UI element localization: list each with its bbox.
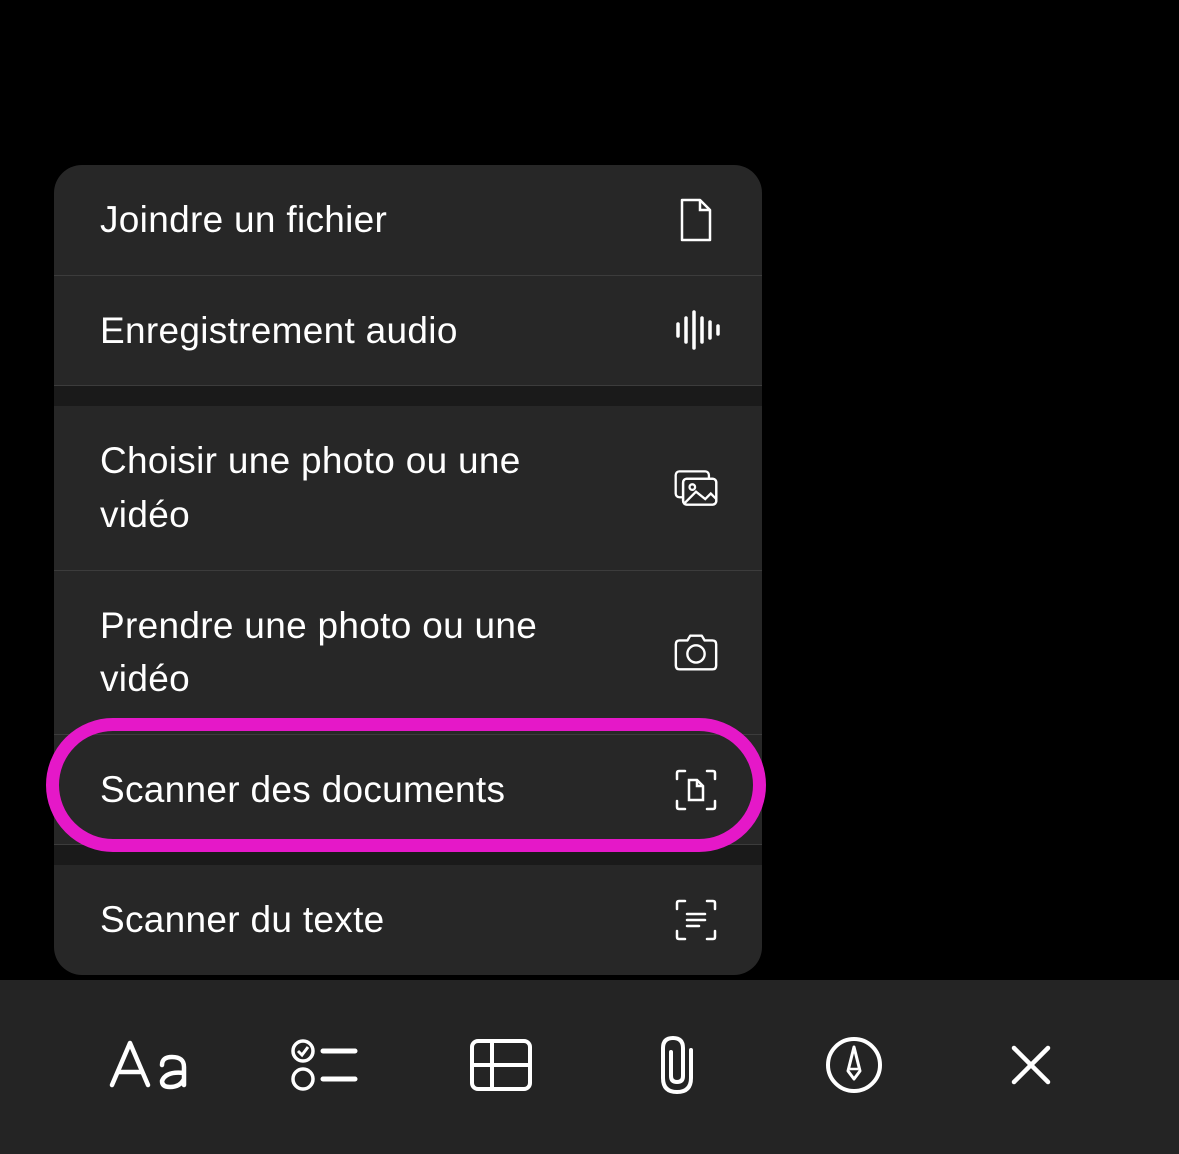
waveform-icon (672, 306, 720, 354)
menu-item-label: Enregistrement audio (100, 304, 458, 358)
close-button[interactable] (986, 1022, 1076, 1112)
menu-item-label: Scanner des documents (100, 763, 505, 817)
file-icon (672, 196, 720, 244)
menu-item-label: Scanner du texte (100, 893, 385, 947)
menu-group-separator (54, 386, 762, 406)
document-scanner-icon (672, 766, 720, 814)
take-photo-video-item[interactable]: Prendre une photo ou une vidéo (54, 571, 762, 735)
text-format-icon (106, 1035, 190, 1100)
scan-text-item[interactable]: Scanner du texte (54, 865, 762, 975)
attach-file-item[interactable]: Joindre un fichier (54, 165, 762, 276)
menu-item-label: Joindre un fichier (100, 193, 387, 247)
checklist-icon (291, 1037, 359, 1098)
attachment-button[interactable] (633, 1022, 723, 1112)
bottom-toolbar (0, 980, 1179, 1154)
attach-menu: Joindre un fichier Enregistrement audio … (54, 165, 762, 975)
table-icon (468, 1037, 534, 1098)
camera-icon (672, 628, 720, 676)
table-button[interactable] (456, 1022, 546, 1112)
text-scanner-icon (672, 896, 720, 944)
paperclip-icon (653, 1032, 703, 1103)
text-format-button[interactable] (103, 1022, 193, 1112)
menu-item-label: Choisir une photo ou une vidéo (100, 434, 600, 541)
choose-photo-video-item[interactable]: Choisir une photo ou une vidéo (54, 406, 762, 570)
markup-button[interactable] (809, 1022, 899, 1112)
photo-library-icon (672, 464, 720, 512)
menu-item-label: Prendre une photo ou une vidéo (100, 599, 600, 706)
menu-group-separator (54, 845, 762, 865)
close-icon (1008, 1042, 1054, 1093)
audio-recording-item[interactable]: Enregistrement audio (54, 276, 762, 387)
markup-pen-icon (824, 1035, 884, 1100)
scan-documents-item[interactable]: Scanner des documents (54, 735, 762, 846)
checklist-button[interactable] (280, 1022, 370, 1112)
